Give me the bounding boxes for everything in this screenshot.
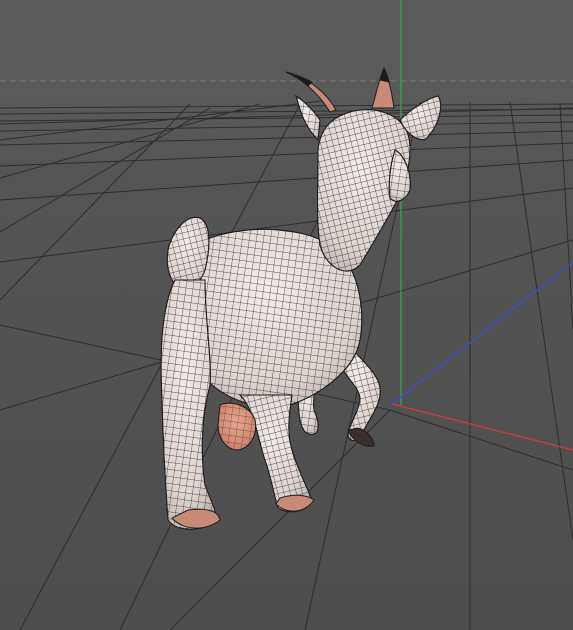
right-horn-tip xyxy=(379,66,390,83)
3d-viewport[interactable] xyxy=(0,0,573,630)
x-axis xyxy=(391,403,573,451)
z-axis xyxy=(391,261,573,405)
viewport-canvas[interactable] xyxy=(0,0,573,630)
left-horn-tip xyxy=(285,71,313,87)
